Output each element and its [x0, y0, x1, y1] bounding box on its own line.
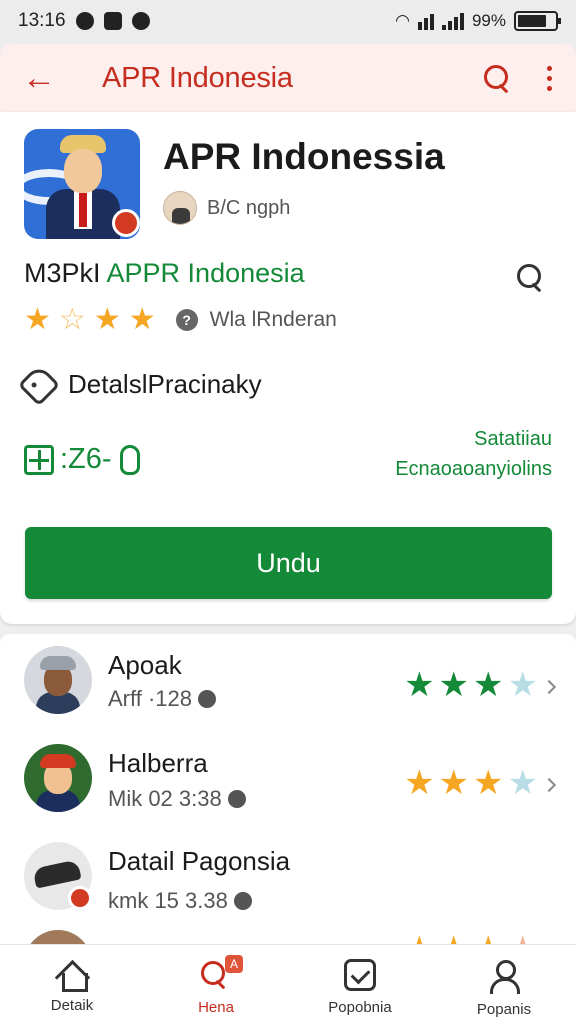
- list-item[interactable]: Halberra Mik 02 3:38 ★ ★ ★ ★: [0, 744, 576, 840]
- size-label: :Z6-: [60, 443, 112, 475]
- star-icon: ★: [507, 764, 538, 802]
- chevron-right-icon[interactable]: [541, 679, 557, 695]
- avatar: [24, 646, 92, 714]
- list-item[interactable]: Datail Pagonsia kmk 15 3.38: [0, 842, 576, 938]
- battery-percent: 99%: [471, 11, 506, 30]
- review-label: Wla lRnderan: [209, 308, 337, 331]
- privacy-label: DetalslPracinaky: [68, 369, 262, 399]
- message-icon: [103, 12, 122, 30]
- review-stars: ★ ★ ★ ★: [404, 766, 538, 800]
- nav-label: Hena: [198, 999, 234, 1016]
- notification-badge: A: [225, 955, 243, 973]
- developer-avatar: [163, 191, 197, 225]
- back-arrow-icon[interactable]: ←: [22, 59, 66, 98]
- review-meta-text: Arff ·128: [108, 686, 192, 711]
- home-icon: [55, 959, 89, 992]
- wifi-icon: ◠: [395, 11, 410, 30]
- info-icon: [197, 690, 216, 708]
- rating-stars: ★ ☆ ★ ★ ? Wla lRnderan: [24, 305, 337, 335]
- side-note-line2: Ecnaoaoanyiolins: [395, 458, 552, 480]
- review-meta-text: Mik 02 3:38: [108, 786, 222, 811]
- star-icon: ★: [438, 666, 470, 704]
- checkbox-icon: [344, 959, 376, 991]
- reviews-list: Apoak Arff ·128 ★ ★ ★ ★ Halberra Mik 02 …: [0, 634, 576, 946]
- nav-label: Popobnia: [328, 999, 392, 1016]
- status-bar: 13:16 ◠ 99%: [0, 0, 576, 42]
- nav-label: Popanis: [476, 1001, 532, 1018]
- signal-icon-2: [441, 12, 464, 30]
- review-author: Halberra: [108, 748, 208, 778]
- help-icon[interactable]: ?: [175, 309, 198, 331]
- star-icon: ★: [473, 666, 504, 704]
- signal-icon: [417, 12, 434, 30]
- avatar: [24, 744, 92, 812]
- side-note-line1: Satatiiau: [474, 428, 552, 450]
- app-name: APR Indonessia: [163, 136, 445, 177]
- star-icon: ★: [438, 764, 470, 802]
- hand-icon: [119, 444, 140, 475]
- review-meta: kmk 15 3.38: [108, 888, 252, 914]
- nav-item-search[interactable]: A Hena: [144, 945, 288, 1024]
- star-icon: ★: [128, 303, 156, 336]
- nav-label: Detaik: [50, 997, 94, 1014]
- app-bar: ← APR Indonesia: [0, 44, 576, 112]
- nav-item-tasks[interactable]: Popobnia: [288, 945, 432, 1024]
- app-badge-icon: [68, 886, 92, 910]
- rating-heading: M3PkI APPR Indonesia: [24, 258, 305, 289]
- star-icon: ★: [473, 764, 504, 802]
- review-meta-text: kmk 15 3.38: [108, 888, 228, 913]
- user-icon: [487, 959, 521, 994]
- bottom-nav: Detaik A Hena Popobnia Popanis: [0, 944, 576, 1024]
- chevron-right-icon[interactable]: [541, 777, 557, 793]
- list-item[interactable]: Apoak Arff ·128 ★ ★ ★ ★: [0, 646, 576, 742]
- review-meta: Arff ·128: [108, 686, 216, 712]
- tag-icon: [17, 363, 61, 406]
- star-icon: ★: [93, 303, 121, 336]
- privacy-row[interactable]: DetalslPracinaky: [17, 363, 262, 406]
- install-button[interactable]: Undu: [25, 527, 552, 599]
- search-reviews-icon[interactable]: [515, 262, 545, 292]
- review-meta: Mik 02 3:38: [108, 786, 246, 812]
- star-icon: ★: [404, 764, 435, 802]
- info-icon: [227, 790, 246, 808]
- shield-icon: [131, 12, 150, 30]
- developer-row[interactable]: B/C ngph: [163, 191, 290, 225]
- review-author: Apoak: [108, 650, 182, 680]
- star-icon: ★: [507, 666, 538, 704]
- size-row: :Z6-: [24, 443, 140, 476]
- side-note: Satatiiau Ecnaoaoanyiolins: [395, 424, 552, 484]
- rating-heading-prefix: M3PkI: [24, 258, 107, 288]
- apk-icon: [24, 444, 54, 475]
- info-icon: [233, 892, 252, 910]
- nav-item-profile[interactable]: Popanis: [432, 945, 576, 1024]
- notification-icon: [75, 12, 94, 30]
- star-outline-icon: ☆: [58, 303, 86, 336]
- developer-name: B/C ngph: [207, 196, 291, 219]
- more-options-icon[interactable]: [544, 65, 554, 91]
- review-author: Datail Pagonsia: [108, 846, 291, 876]
- rating-heading-app: APPR Indonesia: [106, 258, 305, 288]
- nav-item-detail[interactable]: Detaik: [0, 945, 144, 1024]
- search-icon[interactable]: [482, 63, 512, 93]
- app-logo-icon: [24, 129, 140, 239]
- star-icon: ★: [404, 666, 435, 704]
- status-time: 13:16: [18, 10, 66, 31]
- review-stars: ★ ★ ★ ★: [404, 668, 538, 702]
- app-bar-title: APR Indonesia: [102, 61, 293, 94]
- battery-icon: [514, 11, 561, 31]
- star-icon: ★: [24, 303, 51, 336]
